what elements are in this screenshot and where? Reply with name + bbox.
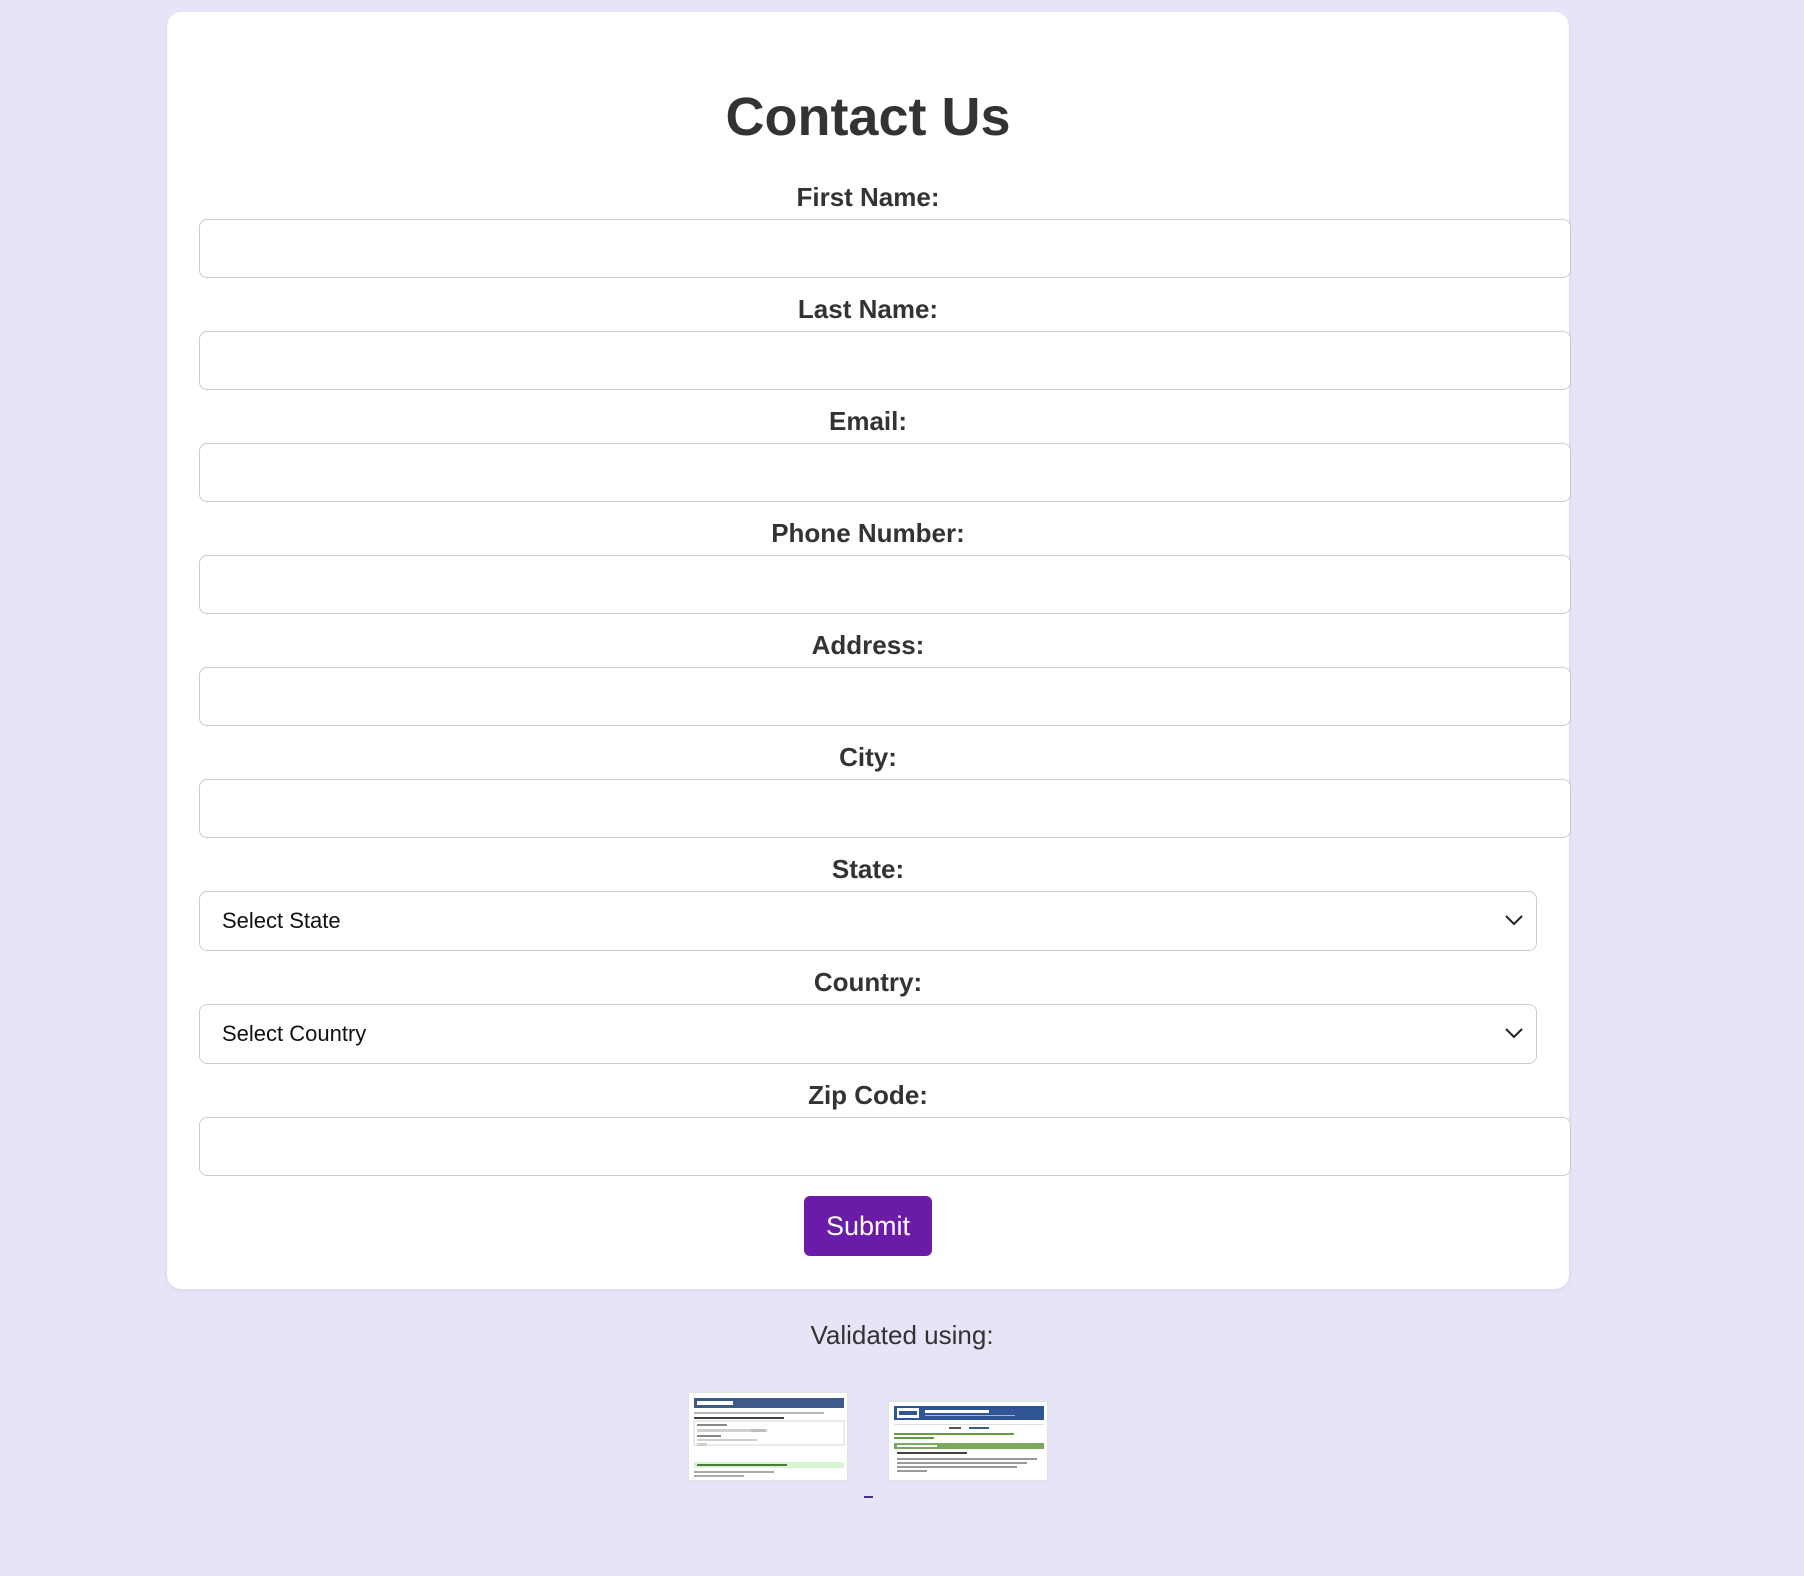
email-input[interactable] bbox=[199, 443, 1571, 502]
chevron-down-icon bbox=[1505, 1028, 1523, 1039]
zip-code-input[interactable] bbox=[199, 1117, 1571, 1176]
validated-using-text: Validated using: bbox=[810, 1320, 994, 1350]
css-validator-badge-link[interactable] bbox=[888, 1401, 1048, 1481]
country-select-value: Select Country bbox=[222, 1021, 367, 1046]
city-label: City: bbox=[839, 742, 897, 772]
css-validator-screenshot-icon bbox=[889, 1402, 1047, 1480]
zip-code-label: Zip Code: bbox=[808, 1080, 928, 1110]
state-select-value: Select State bbox=[222, 908, 341, 933]
last-name-label: Last Name: bbox=[797, 294, 939, 324]
footer-link-underline[interactable] bbox=[864, 1496, 873, 1498]
phone-number-label: Phone Number: bbox=[771, 518, 965, 548]
state-select[interactable]: Select State bbox=[199, 891, 1537, 951]
last-name-input[interactable] bbox=[199, 331, 1571, 390]
submit-button[interactable]: Submit bbox=[804, 1196, 932, 1256]
email-label: Email: bbox=[828, 406, 908, 436]
address-input[interactable] bbox=[199, 667, 1571, 726]
first-name-input[interactable] bbox=[199, 219, 1571, 278]
address-label: Address: bbox=[811, 630, 925, 660]
country-select[interactable]: Select Country bbox=[199, 1004, 1537, 1064]
phone-number-input[interactable] bbox=[199, 555, 1571, 614]
html-validator-screenshot-icon bbox=[689, 1393, 847, 1480]
state-label: State: bbox=[831, 854, 905, 884]
first-name-label: First Name: bbox=[796, 182, 940, 212]
city-input[interactable] bbox=[199, 779, 1571, 838]
contact-form-card: Contact Us First Name: Last Name: Email:… bbox=[167, 12, 1571, 1289]
html-validator-badge-link[interactable] bbox=[688, 1392, 848, 1481]
country-label: Country: bbox=[813, 967, 923, 997]
page-title: Contact Us bbox=[725, 87, 1011, 147]
chevron-down-icon bbox=[1505, 915, 1523, 926]
